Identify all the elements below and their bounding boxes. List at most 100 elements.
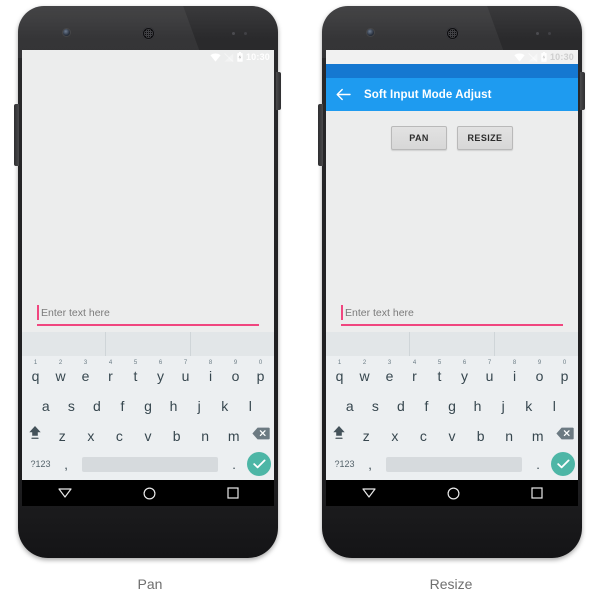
shift-key[interactable] (326, 425, 352, 441)
soft-keyboard-pan[interactable]: 1q 2w 3e 4r 5t 6y 7u 8i 9o 0p a s d f g … (22, 332, 274, 480)
key-c[interactable]: c (409, 424, 438, 443)
soft-keyboard-resize[interactable]: 1q 2w 3e 4r 5t 6y 7u 8i 9o 0p a s d f g … (326, 332, 578, 480)
key-r[interactable]: 4r (402, 360, 427, 383)
pan-button[interactable]: PAN (391, 126, 447, 150)
key-p[interactable]: 0p (248, 360, 273, 383)
key-j[interactable]: j (186, 394, 212, 413)
edit-text-container-resize[interactable]: Enter text here (341, 305, 563, 326)
back-triangle-icon[interactable] (361, 487, 376, 499)
space-key[interactable] (82, 456, 218, 472)
shift-key[interactable] (22, 425, 48, 441)
suggestion-slot[interactable] (409, 332, 493, 356)
recents-square-icon[interactable] (226, 487, 239, 499)
key-a[interactable]: a (33, 394, 59, 413)
key-s[interactable]: s (363, 394, 389, 413)
key-z[interactable]: z (352, 424, 381, 443)
key-label: t (133, 367, 138, 384)
power-button[interactable] (276, 72, 281, 110)
key-n[interactable]: n (191, 424, 220, 443)
home-circle-icon[interactable] (142, 486, 156, 500)
key-d[interactable]: d (388, 394, 414, 413)
key-w[interactable]: 2w (48, 360, 73, 383)
key-v[interactable]: v (134, 424, 163, 443)
key-j[interactable]: j (490, 394, 516, 413)
key-q[interactable]: 1q (23, 360, 48, 383)
key-d[interactable]: d (84, 394, 110, 413)
suggestion-slot[interactable] (105, 332, 189, 356)
home-circle-icon[interactable] (446, 486, 460, 500)
key-i[interactable]: 8i (502, 360, 527, 383)
key-f[interactable]: f (414, 394, 440, 413)
key-t[interactable]: 5t (123, 360, 148, 384)
key-q[interactable]: 1q (327, 360, 352, 383)
resize-button[interactable]: RESIZE (457, 126, 513, 150)
back-triangle-icon[interactable] (57, 487, 72, 499)
enter-button-circle[interactable] (551, 452, 575, 476)
backspace-key[interactable] (248, 427, 274, 440)
key-o[interactable]: 9o (527, 360, 552, 383)
key-b[interactable]: b (162, 424, 191, 443)
period-key[interactable]: . (224, 457, 244, 472)
key-f[interactable]: f (110, 394, 136, 413)
key-z[interactable]: z (48, 424, 77, 443)
suggestion-slot[interactable] (493, 332, 578, 356)
key-u[interactable]: 7u (173, 360, 198, 383)
key-b[interactable]: b (466, 424, 495, 443)
enter-button-circle[interactable] (247, 452, 271, 476)
key-p[interactable]: 0p (552, 360, 577, 383)
key-s[interactable]: s (59, 394, 85, 413)
key-y[interactable]: 6y (148, 360, 173, 383)
edit-text-pan[interactable]: Enter text here (37, 305, 259, 326)
key-w[interactable]: 2w (352, 360, 377, 383)
key-e[interactable]: 3e (377, 360, 402, 383)
key-y[interactable]: 6y (452, 360, 477, 383)
key-k[interactable]: k (212, 394, 238, 413)
key-m[interactable]: m (523, 424, 552, 443)
recents-square-icon[interactable] (530, 487, 543, 499)
suggestion-strip[interactable] (326, 332, 578, 356)
volume-button[interactable] (318, 104, 323, 166)
key-g[interactable]: g (439, 394, 465, 413)
comma-key[interactable]: , (360, 457, 380, 472)
power-button[interactable] (580, 72, 585, 110)
enter-key[interactable] (548, 452, 578, 476)
period-key[interactable]: . (528, 457, 548, 472)
key-t[interactable]: 5t (427, 360, 452, 383)
key-m[interactable]: m (219, 424, 248, 443)
key-v[interactable]: v (438, 424, 467, 443)
symbols-key[interactable]: ?123 (326, 459, 360, 469)
key-l[interactable]: l (237, 394, 263, 413)
volume-button[interactable] (14, 104, 19, 166)
edit-text-container-pan[interactable]: Enter text here (37, 305, 259, 326)
key-x[interactable]: x (77, 424, 106, 443)
key-hint: 8 (208, 359, 213, 366)
key-h[interactable]: h (161, 394, 187, 413)
key-n[interactable]: n (495, 424, 524, 443)
key-a[interactable]: a (337, 394, 363, 413)
key-i[interactable]: 8i (198, 359, 223, 383)
symbols-key[interactable]: ?123 (22, 459, 56, 469)
suggestion-strip[interactable] (22, 332, 274, 356)
key-o[interactable]: 9o (223, 360, 248, 383)
key-u[interactable]: 7u (477, 360, 502, 383)
key-g[interactable]: g (135, 394, 161, 413)
suggestion-slot[interactable] (189, 332, 274, 356)
backspace-key[interactable] (552, 427, 578, 440)
key-x[interactable]: x (381, 424, 410, 443)
space-key[interactable] (386, 456, 522, 472)
key-r[interactable]: 4r (98, 360, 123, 383)
key-e[interactable]: 3e (73, 360, 98, 383)
enter-key[interactable] (244, 452, 274, 476)
comma-key[interactable]: , (56, 457, 76, 472)
navigation-bar-resize[interactable] (326, 480, 578, 506)
edit-text-resize[interactable]: Enter text here (341, 305, 563, 326)
arrow-back-icon[interactable] (336, 88, 351, 101)
suggestion-slot[interactable] (22, 332, 105, 356)
action-bar: Soft Input Mode Adjust (326, 78, 578, 111)
key-h[interactable]: h (465, 394, 491, 413)
key-c[interactable]: c (105, 424, 134, 443)
navigation-bar-pan[interactable] (22, 480, 274, 506)
key-l[interactable]: l (541, 394, 567, 413)
suggestion-slot[interactable] (326, 332, 409, 356)
key-k[interactable]: k (516, 394, 542, 413)
